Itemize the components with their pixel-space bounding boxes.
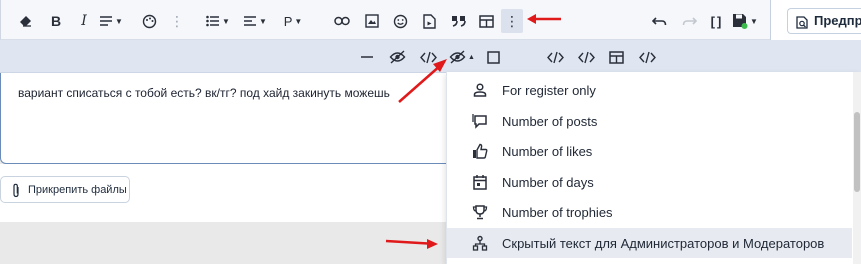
hide-options-dropdown: For register only Number of posts Number… xyxy=(446,72,861,264)
message-text: вариант списаться с тобой есть? вк/тг? п… xyxy=(18,86,390,100)
editor-toolbar-primary: B I ▼ ⋮ ▼ ▼ P ▼ ⋮ [] ▼ Предпр xyxy=(0,0,861,40)
user-icon xyxy=(472,82,488,98)
dropdown-item-label: Number of trophies xyxy=(502,204,613,220)
toolbar-separator: ⋮ xyxy=(170,13,184,29)
save-draft-dropdown[interactable]: ▼ xyxy=(732,9,758,33)
attach-files-label: Прикрепить файлы xyxy=(28,183,127,196)
dropdown-item-label: Скрытый текст для Администраторов и Моде… xyxy=(502,235,825,251)
code-icon[interactable] xyxy=(420,47,437,67)
dropdown-item-label: Number of days xyxy=(502,174,594,190)
list-dropdown[interactable]: ▼ xyxy=(206,9,230,33)
inline-code-icon[interactable] xyxy=(547,47,564,67)
undo-icon[interactable] xyxy=(648,9,670,33)
checkbox-icon[interactable] xyxy=(487,47,500,67)
dropdown-item-label: Number of likes xyxy=(502,143,593,159)
annotation-arrow-moderators xyxy=(385,239,438,249)
palette-icon[interactable] xyxy=(138,9,160,33)
paperclip-icon xyxy=(11,183,21,201)
bbcode-toggle-icon[interactable]: [] xyxy=(706,9,728,33)
text-align-dropdown[interactable]: ▼ xyxy=(99,9,123,33)
eraser-icon[interactable] xyxy=(15,9,37,33)
hide-dropdown[interactable]: ▲ xyxy=(449,47,475,67)
php-code-icon[interactable] xyxy=(639,47,656,67)
dropdown-item-days[interactable]: Number of days xyxy=(447,167,852,197)
dropdown-item-posts[interactable]: Number of posts xyxy=(447,106,852,136)
paragraph-label: P xyxy=(283,13,293,29)
preview-icon xyxy=(795,14,809,38)
align-dropdown[interactable]: ▼ xyxy=(243,9,267,33)
editor-toolbar-secondary: ▲ xyxy=(0,40,861,73)
trophy-icon xyxy=(472,204,488,220)
preview-button[interactable]: Предпро xyxy=(787,8,861,34)
dropdown-item-moderators[interactable]: Скрытый текст для Администраторов и Моде… xyxy=(447,228,852,258)
attach-files-button[interactable]: Прикрепить файлы xyxy=(0,176,130,203)
paragraph-dropdown[interactable]: P ▼ xyxy=(282,9,304,33)
dropdown-item-trophies[interactable]: Number of trophies xyxy=(447,197,852,227)
table-insert-icon[interactable] xyxy=(609,47,624,67)
html-code-icon[interactable] xyxy=(578,47,595,67)
dropdown-item-register[interactable]: For register only xyxy=(447,75,852,105)
image-icon[interactable] xyxy=(361,9,383,33)
dropdown-item-label: Number of posts xyxy=(502,113,598,129)
horizontal-rule-icon[interactable] xyxy=(360,47,374,67)
dropdown-scrollbar-thumb[interactable] xyxy=(854,112,860,192)
like-icon xyxy=(472,143,488,159)
smiley-icon[interactable] xyxy=(389,9,411,33)
preview-zone: Предпро xyxy=(770,0,861,40)
moderator-icon xyxy=(472,235,488,251)
calendar-icon xyxy=(472,174,488,190)
link-icon[interactable] xyxy=(331,9,353,33)
redo-icon[interactable] xyxy=(678,9,700,33)
bold-button[interactable]: B xyxy=(45,9,67,33)
spoiler-icon[interactable] xyxy=(389,47,406,67)
posts-icon xyxy=(472,113,488,129)
dropdown-item-likes[interactable]: Number of likes xyxy=(447,136,852,166)
italic-button[interactable]: I xyxy=(73,9,95,33)
dropdown-item-label: For register only xyxy=(502,82,596,98)
table-icon[interactable] xyxy=(475,9,497,33)
more-options-button[interactable]: ⋮ xyxy=(501,9,523,33)
dropdown-scrollbar[interactable] xyxy=(853,72,861,264)
media-icon[interactable] xyxy=(418,9,440,33)
quote-icon[interactable] xyxy=(447,9,469,33)
preview-label: Предпро xyxy=(814,13,861,28)
